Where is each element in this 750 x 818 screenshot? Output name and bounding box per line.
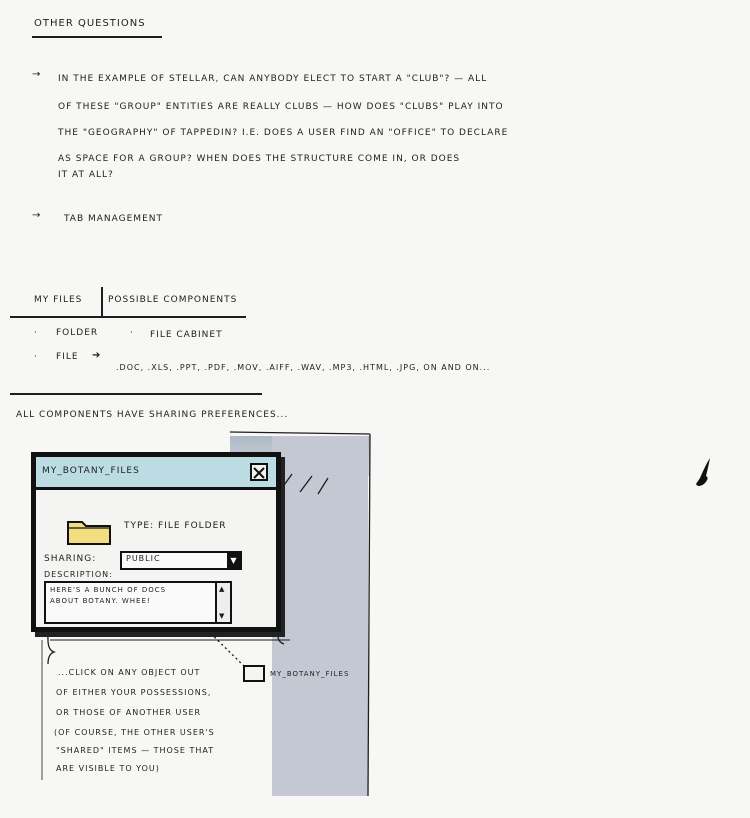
scroll-up-icon[interactable]: ▲: [219, 585, 224, 593]
sharing-value: PUBLIC: [126, 554, 161, 563]
description-text: HERE'S A BUNCH OF DOCS: [50, 586, 167, 594]
click-note-line: (OF COURSE, THE OTHER USER'S: [54, 728, 215, 737]
backdrop-top-edge: [229, 431, 371, 435]
click-note-line: ARE VISIBLE TO YOU): [56, 764, 160, 773]
close-x-icon: [253, 467, 265, 479]
click-note-line: "SHARED" ITEMS — THOSE THAT: [56, 746, 215, 755]
sharing-dropdown[interactable]: PUBLIC ▼: [120, 551, 242, 570]
small-folder-label[interactable]: MY_BOTANY_FILES: [270, 670, 349, 678]
chevron-down-icon[interactable]: ▼: [227, 553, 240, 568]
sharing-label: SHARING:: [44, 554, 97, 564]
small-folder-icon[interactable]: [243, 665, 265, 682]
backdrop-right-edge: [367, 433, 371, 797]
folder-icon[interactable]: [66, 516, 114, 546]
dialog-titlebar[interactable]: MY_BOTANY_FILES: [36, 457, 276, 490]
scroll-down-icon[interactable]: ▼: [219, 612, 224, 620]
hatch-marks: [281, 473, 329, 495]
file-type-label: TYPE: FILE FOLDER: [124, 521, 227, 531]
description-label: DESCRIPTION:: [44, 570, 113, 579]
dialog-title: MY_BOTANY_FILES: [42, 466, 140, 476]
description-text: ABOUT BOTANY. WHEE!: [50, 597, 151, 605]
file-properties-dialog: MY_BOTANY_FILES TYPE: FILE FOLDER SHARIN…: [31, 452, 281, 632]
close-icon[interactable]: [250, 463, 268, 481]
click-note-line: OF EITHER YOUR POSSESSIONS,: [56, 688, 212, 697]
description-textarea[interactable]: HERE'S A BUNCH OF DOCS ABOUT BOTANY. WHE…: [44, 581, 232, 624]
ink-blot-icon: [696, 458, 710, 486]
click-note-line: ...CLICK ON ANY OBJECT OUT: [58, 668, 201, 677]
scrollbar[interactable]: ▲ ▼: [215, 583, 230, 622]
click-note-line: OR THOSE OF ANOTHER USER: [56, 708, 202, 717]
